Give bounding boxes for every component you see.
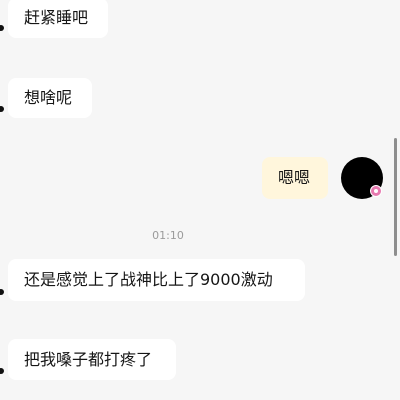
sender-avatar-edge[interactable] xyxy=(0,25,4,31)
message-text: 想啥呢 xyxy=(24,88,73,107)
sender-avatar-edge[interactable] xyxy=(0,368,4,374)
sender-avatar-edge[interactable] xyxy=(0,289,4,295)
message-bubble[interactable]: 赶紧睡吧 xyxy=(8,0,108,38)
scrollbar[interactable] xyxy=(394,138,397,256)
message-bubble-self[interactable]: 嗯嗯 xyxy=(262,157,328,199)
message-text: 赶紧睡吧 xyxy=(24,8,89,27)
message-bubble[interactable]: 把我嗓子都打疼了 xyxy=(8,339,176,380)
message-bubble[interactable]: 还是感觉上了战神比上了9000激动 xyxy=(8,259,305,301)
message-text: 把我嗓子都打疼了 xyxy=(24,349,153,369)
message-timestamp: 01:10 xyxy=(152,229,184,242)
sender-avatar-edge[interactable] xyxy=(0,106,4,112)
message-bubble[interactable]: 想啥呢 xyxy=(8,78,92,118)
chat-window: 赶紧睡吧 想啥呢 嗯嗯 01:10 还是感觉上了战神比上了9000激动 把我嗓子… xyxy=(0,0,400,400)
message-text: 还是感觉上了战神比上了9000激动 xyxy=(24,270,273,289)
badge-icon xyxy=(370,185,382,197)
message-text: 嗯嗯 xyxy=(278,168,311,187)
